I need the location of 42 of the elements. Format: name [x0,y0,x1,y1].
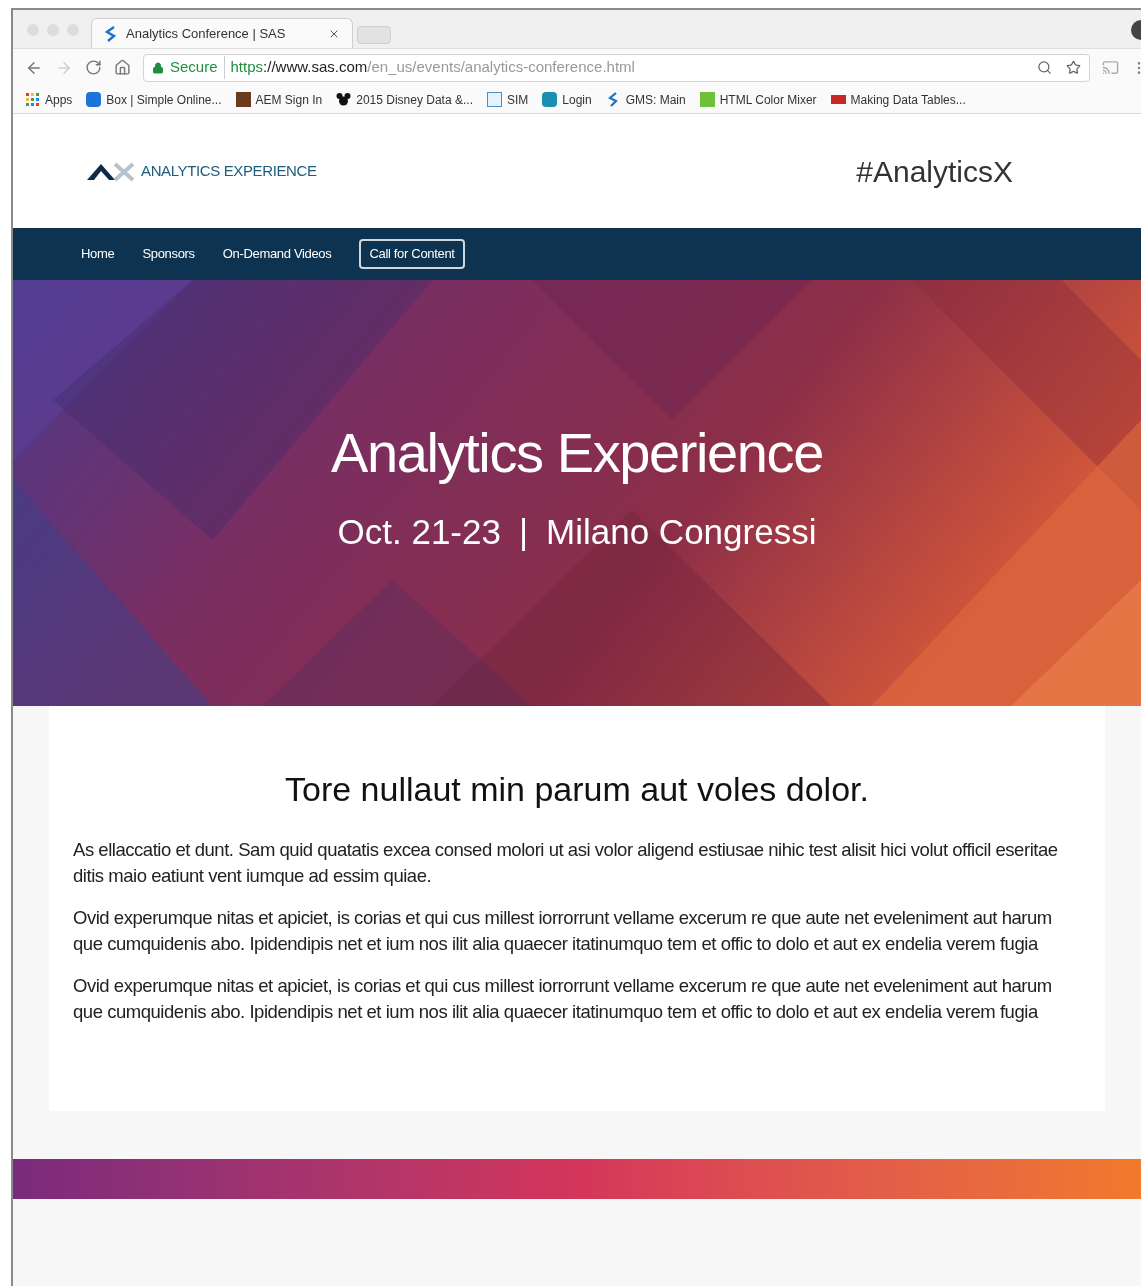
hashtag-text: #AnalyticsX [856,153,1013,190]
bookmark-link[interactable]: Making Data Tables... [850,90,966,109]
body-paragraph: Ovid experumque nitas et apiciet, is corias et qui cus millest iorrorrunt vellame excerum re que aute net eveleniment aut harum que cumquidenis abo. Ipidendipis net et ium nos ilit alia quaecer itatinumquo tem et offic to dolo et aut ex endelia verem fugia [73,906,1053,956]
grid-icon [25,92,40,107]
cast-icon[interactable] [1102,59,1119,76]
s-logo-icon [104,25,118,42]
bookmark-link[interactable]: HTML Color Mixer [719,90,817,109]
logo-text: ANALYTICS EXPERIENCE [141,160,317,181]
search-icon[interactable] [1037,60,1052,75]
tab-title: Analytics Conference | SAS [126,24,287,43]
star-icon[interactable] [1066,60,1081,75]
address-field[interactable]: Secure https://www.sas.com/en_us/events/analytics-conference.html [143,53,1090,82]
bookmark-link[interactable]: 2015 Disney Data &... [356,90,473,109]
flag-icon [830,95,846,104]
event-date: Oct. 21-23 [337,511,501,553]
bookmark-link[interactable]: Box | Simple Online... [106,90,222,109]
bookmark-link[interactable]: Apps [45,90,73,109]
url-text: https://www.sas.com/en_us/events/analytics-conference.html [230,57,636,78]
nav-link[interactable]: Sponsors [142,244,195,264]
mouse-ears-icon [336,92,352,107]
bookmark-link[interactable]: GMS: Main [625,90,686,109]
square-icon [235,92,251,107]
square-icon [486,92,502,107]
body-paragraph: Ovid experumque nitas et apiciet, is corias et qui cus millest iorrorrunt vellame excerum re que aute net eveleniment aut harum que cumquidenis abo. Ipidendipis net et ium nos ilit alia quaecer itatinumquo tem et offic to dolo et aut ex endelia verem fugia [73,974,1053,1024]
nav-link[interactable]: Home [81,244,115,264]
nav-button[interactable]: Call for Content [359,239,465,269]
browser-tab[interactable]: Analytics Conference | SAS [91,18,353,48]
lock-icon [152,61,164,74]
separator: | [518,511,529,553]
content-heading: Tore nullaut min parum aut voles dolor. [284,769,870,810]
logo-icon [85,160,135,182]
nav-link[interactable]: On-Demand Videos [222,244,332,264]
reload-icon[interactable] [85,59,102,76]
bookmark-link[interactable]: Login [562,90,592,109]
event-venue: Milano Congressi [546,511,817,553]
square-icon [699,92,715,107]
hero-title: Analytics Experience [331,420,823,486]
secure-label: Secure [170,56,225,79]
bookmark-link[interactable]: AEM Sign In [255,90,323,109]
body-paragraph: As ellaccatio et dunt. Sam quid quatatis excea consed molori ut asi volor aligend estiusae nihic test alisit hici volut officil eseritae ditis maio eatiunt vent iumque ad essim quiae. [73,838,1059,888]
bookmark-link[interactable]: SIM [506,90,529,109]
home-icon[interactable] [114,59,131,76]
